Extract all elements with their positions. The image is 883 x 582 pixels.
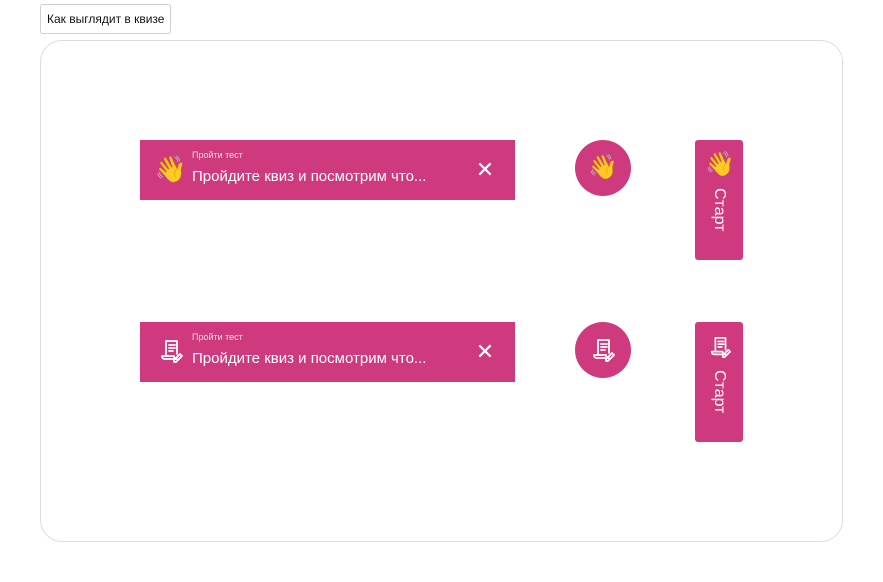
quiz-banner-bar-document[interactable]: Пройти тест Пройдите квиз и посмотрим чт…: [140, 322, 515, 382]
quiz-vertical-tab-wave[interactable]: 👋 Старт: [695, 140, 743, 260]
close-icon[interactable]: ✕: [473, 340, 497, 364]
tab-label: Старт: [711, 188, 728, 232]
waving-hand-icon: 👋: [705, 151, 735, 178]
document-edit-icon: [590, 337, 616, 363]
quiz-vertical-tab-document[interactable]: Старт: [695, 322, 743, 442]
quiz-banner-bar-wave[interactable]: 👋 Пройти тест Пройдите квиз и посмотрим …: [140, 140, 515, 200]
quiz-round-button-document[interactable]: [575, 322, 631, 378]
document-edit-icon: [156, 336, 186, 366]
banner-title: Пройдите квиз и посмотрим что...: [192, 350, 427, 367]
quiz-round-button-wave[interactable]: 👋: [575, 140, 631, 196]
tab-label: Старт: [711, 370, 728, 414]
banner-subtitle: Пройти тест: [192, 332, 243, 342]
banner-title: Пройдите квиз и посмотрим что...: [192, 168, 427, 185]
document-edit-icon: [707, 334, 733, 360]
waving-hand-icon: 👋: [154, 154, 188, 184]
waving-hand-icon: 👋: [588, 154, 618, 181]
close-icon[interactable]: ✕: [473, 158, 497, 182]
preview-frame: 👋 Пройти тест Пройдите квиз и посмотрим …: [40, 40, 843, 542]
banner-subtitle: Пройти тест: [192, 150, 243, 160]
preview-in-quiz-button[interactable]: Как выглядит в квизе: [40, 4, 172, 34]
